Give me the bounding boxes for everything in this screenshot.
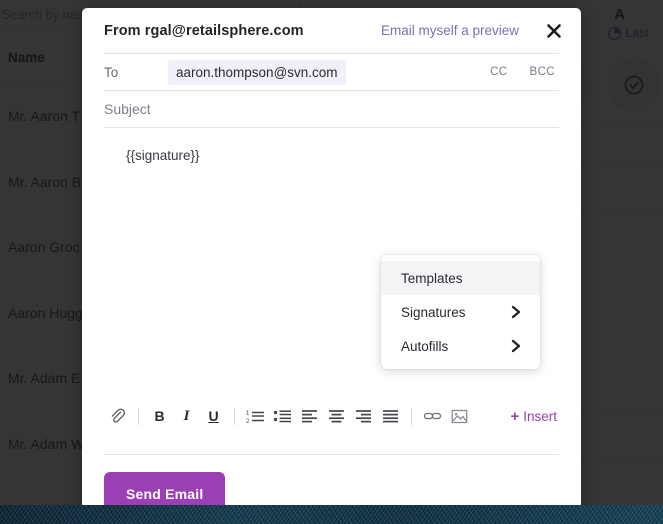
plus-icon: + [510, 407, 520, 425]
align-left-icon[interactable] [296, 403, 323, 429]
modal-header: From rgal@retailsphere.com Email myself … [82, 8, 581, 53]
chevron-right-icon [510, 305, 522, 319]
underline-label: U [208, 408, 219, 424]
recipient-chip[interactable]: aaron.thompson@svn.com [168, 59, 346, 85]
underline-button[interactable]: U [200, 403, 227, 429]
numbered-list-icon[interactable]: 1 2 [242, 403, 269, 429]
subject-input[interactable]: Subject [104, 101, 151, 117]
link-icon[interactable] [419, 403, 446, 429]
toolbar-divider [234, 407, 235, 425]
menu-item-templates[interactable]: Templates [381, 261, 540, 295]
align-center-icon[interactable] [323, 403, 350, 429]
svg-text:1: 1 [246, 411, 250, 417]
menu-item-label: Autofills [401, 338, 449, 354]
to-label: To [104, 64, 119, 80]
toolbar-divider [138, 407, 139, 425]
align-justify-icon[interactable] [377, 403, 404, 429]
editor-toolbar: B I U 1 2 + Insert [104, 399, 559, 433]
cc-button[interactable]: CC [486, 64, 511, 80]
align-right-icon[interactable] [350, 403, 377, 429]
signature-token: {{signature}} [126, 148, 200, 163]
menu-item-signatures[interactable]: Signatures [381, 295, 540, 329]
menu-item-autofills[interactable]: Autofills [381, 329, 540, 363]
italic-button[interactable]: I [173, 403, 200, 429]
bold-button[interactable]: B [146, 403, 173, 429]
paperclip-icon[interactable] [104, 403, 131, 429]
close-icon[interactable] [545, 22, 563, 40]
subject-field-row[interactable]: Subject [104, 90, 559, 128]
email-compose-modal: From rgal@retailsphere.com Email myself … [82, 8, 581, 516]
insert-label: Insert [523, 408, 557, 424]
insert-button[interactable]: + Insert [510, 409, 559, 424]
image-icon[interactable] [446, 403, 473, 429]
menu-item-label: Signatures [401, 304, 466, 320]
bullet-list-icon[interactable] [269, 403, 296, 429]
from-address-label: From rgal@retailsphere.com [104, 22, 304, 39]
chevron-right-icon [510, 339, 522, 353]
menu-item-label: Templates [401, 270, 463, 286]
to-field-row: To aaron.thompson@svn.com CC BCC [104, 53, 559, 90]
desktop-background-strip [0, 505, 663, 524]
email-body-editor[interactable]: {{signature}} Templates Signatures Autof… [104, 128, 559, 399]
svg-text:2: 2 [246, 419, 250, 424]
insert-dropdown-menu: Templates Signatures Autofills [381, 255, 540, 369]
bold-label: B [154, 408, 165, 424]
email-preview-link[interactable]: Email myself a preview [381, 23, 519, 38]
toolbar-divider [411, 407, 412, 425]
italic-label: I [183, 407, 190, 424]
bcc-button[interactable]: BCC [526, 64, 559, 80]
